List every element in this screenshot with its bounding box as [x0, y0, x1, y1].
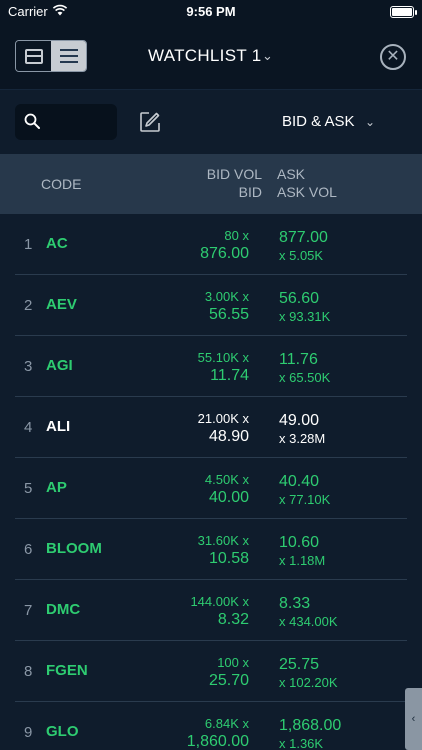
stock-code[interactable]: AC	[46, 235, 68, 252]
watchlist-header: WATCHLIST 1 ⌄ ✕	[0, 24, 422, 90]
watchlist-table: 1 AC 80 x 876.00 877.00 x 5.05K 2 AEV 3.…	[0, 214, 422, 750]
ask-price: 877.00	[279, 229, 328, 246]
ask-price: 40.40	[279, 473, 320, 490]
row-index: 8	[24, 663, 33, 680]
search-icon	[24, 113, 40, 129]
row-index: 4	[24, 419, 33, 436]
list-view-button[interactable]	[51, 41, 86, 71]
column-header-row: CODE BID VOL BID ASK ASK VOL	[0, 154, 422, 214]
bid-volume: 80 x	[224, 228, 249, 243]
ask-price: 10.60	[279, 534, 320, 551]
bid-volume: 144.00K x	[190, 594, 249, 609]
column-header-ask[interactable]: ASK	[277, 166, 305, 182]
bid-volume: 31.60K x	[197, 533, 249, 548]
stock-code[interactable]: AEV	[46, 296, 77, 313]
close-button[interactable]: ✕	[380, 44, 406, 70]
status-bar: Carrier 9:56 PM	[0, 0, 422, 24]
stock-code[interactable]: GLO	[46, 723, 79, 740]
watchlist-selector[interactable]: WATCHLIST 1	[148, 46, 262, 66]
edit-icon[interactable]	[139, 111, 161, 133]
close-icon: ✕	[386, 48, 400, 65]
watchlist-toolbar: BID & ASK ⌄	[0, 90, 422, 154]
bid-price: 1,860.00	[186, 733, 249, 750]
row-index: 7	[24, 602, 33, 619]
row-index: 6	[24, 541, 33, 558]
ask-volume: x 77.10K	[279, 492, 331, 507]
ask-volume: x 93.31K	[279, 309, 331, 324]
ask-price: 49.00	[279, 412, 320, 429]
ask-price: 11.76	[279, 351, 318, 368]
ask-volume: x 102.20K	[279, 675, 338, 690]
ask-volume: x 3.28M	[279, 431, 326, 446]
chevron-down-icon[interactable]: ⌄	[262, 48, 273, 64]
battery-icon	[390, 6, 417, 18]
side-drawer-tab[interactable]: ‹	[405, 688, 422, 750]
bid-volume: 6.84K x	[204, 716, 249, 731]
column-header-bid-vol[interactable]: BID VOL	[207, 166, 262, 182]
table-row[interactable]: 3 AGI 55.10K x 11.74 11.76 x 65.50K	[15, 336, 407, 397]
table-row[interactable]: 4 ALI 21.00K x 48.90 49.00 x 3.28M	[15, 397, 407, 458]
ask-volume: x 65.50K	[279, 370, 331, 385]
table-row[interactable]: 5 AP 4.50K x 40.00 40.40 x 77.10K	[15, 458, 407, 519]
bid-price: 10.58	[208, 550, 249, 567]
stock-code[interactable]: BLOOM	[46, 540, 102, 557]
bid-volume: 100 x	[217, 655, 249, 670]
stock-code[interactable]: AGI	[46, 357, 73, 374]
table-row[interactable]: 7 DMC 144.00K x 8.32 8.33 x 434.00K	[15, 580, 407, 641]
card-view-button[interactable]	[16, 41, 51, 71]
table-row[interactable]: 6 BLOOM 31.60K x 10.58 10.60 x 1.18M	[15, 519, 407, 580]
status-time: 9:56 PM	[186, 4, 236, 19]
bid-price: 11.74	[210, 367, 249, 384]
ask-price: 25.75	[279, 656, 320, 673]
row-index: 5	[24, 480, 33, 497]
stock-code[interactable]: FGEN	[46, 662, 88, 679]
bid-price: 876.00	[200, 245, 249, 262]
column-header-ask-vol[interactable]: ASK VOL	[277, 184, 337, 200]
stock-code[interactable]: DMC	[46, 601, 80, 618]
display-mode-selector[interactable]: BID & ASK	[282, 113, 355, 130]
ask-price: 56.60	[279, 290, 320, 307]
chevron-left-icon: ‹	[411, 713, 416, 725]
ask-volume: x 1.36K	[279, 736, 324, 750]
bid-volume: 55.10K x	[197, 350, 249, 365]
stock-code[interactable]: AP	[46, 479, 67, 496]
row-index: 9	[24, 724, 33, 741]
column-header-bid[interactable]: BID	[239, 184, 262, 200]
stock-code[interactable]: ALI	[46, 418, 70, 435]
table-row[interactable]: 9 GLO 6.84K x 1,860.00 1,868.00 x 1.36K	[15, 702, 407, 750]
bid-volume: 3.00K x	[204, 289, 249, 304]
ask-volume: x 5.05K	[279, 248, 324, 263]
ask-volume: x 1.18M	[279, 553, 326, 568]
bid-volume: 4.50K x	[204, 472, 249, 487]
chevron-down-icon[interactable]: ⌄	[365, 115, 375, 129]
row-index: 3	[24, 358, 33, 375]
row-index: 1	[24, 236, 33, 253]
table-row[interactable]: 2 AEV 3.00K x 56.55 56.60 x 93.31K	[15, 275, 407, 336]
bid-price: 8.32	[217, 611, 249, 628]
bid-price: 25.70	[208, 672, 249, 689]
table-row[interactable]: 8 FGEN 100 x 25.70 25.75 x 102.20K	[15, 641, 407, 702]
ask-price: 8.33	[279, 595, 311, 612]
ask-price: 1,868.00	[279, 717, 342, 734]
bid-price: 56.55	[208, 306, 249, 323]
ask-volume: x 434.00K	[279, 614, 338, 629]
column-header-code[interactable]: CODE	[41, 176, 81, 192]
table-row[interactable]: 1 AC 80 x 876.00 877.00 x 5.05K	[15, 214, 407, 275]
bid-price: 40.00	[208, 489, 249, 506]
card-view-icon	[24, 48, 43, 64]
view-mode-toggle	[15, 40, 87, 72]
bid-volume: 21.00K x	[197, 411, 249, 426]
bid-price: 48.90	[208, 428, 249, 445]
list-view-icon	[59, 49, 78, 63]
search-input[interactable]	[15, 104, 117, 140]
row-index: 2	[24, 297, 33, 314]
